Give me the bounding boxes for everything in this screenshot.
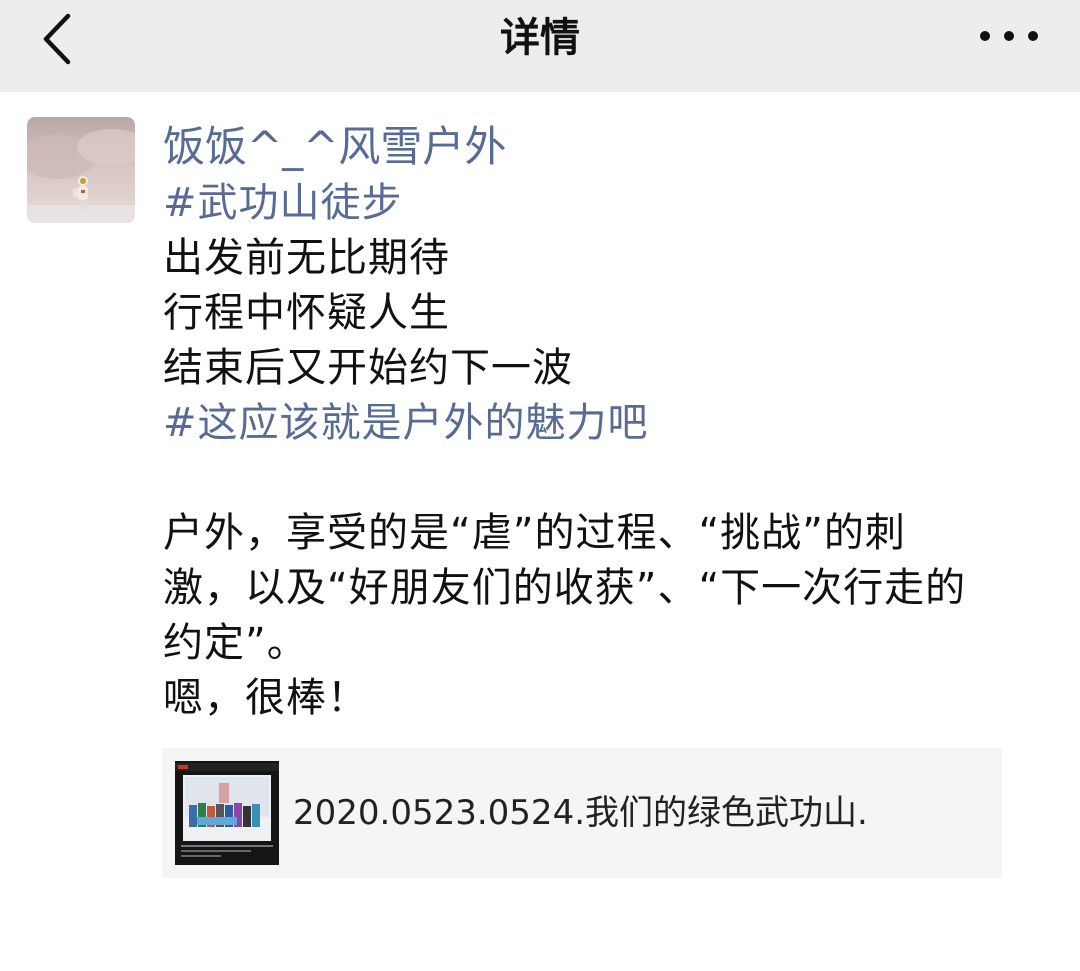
link-thumbnail [175, 761, 279, 865]
page-title: 详情 [500, 15, 580, 61]
post-username[interactable]: 饭饭^_^风雪户外 [163, 118, 1063, 176]
chevron-left-icon [43, 13, 71, 65]
back-button[interactable] [30, 10, 90, 70]
astronaut-avatar-image [27, 117, 135, 223]
post-hashtag[interactable]: #这应该就是户外的魅力吧 [163, 396, 1063, 451]
group-photo-thumbnail [175, 761, 279, 865]
post-hashtag[interactable]: #武功山徒步 [163, 176, 1063, 231]
post-text-line: 约定”。 [163, 620, 308, 666]
top-navbar: 详情 [0, 0, 1080, 92]
avatar[interactable] [27, 117, 135, 223]
post-content: #武功山徒步 出发前无比期待 行程中怀疑人生结束后又开始约下一波 #这应该就是户外的魅… [163, 176, 1063, 726]
post-text-line: 嗯，很棒！ [163, 675, 368, 721]
more-button[interactable] [974, 14, 1044, 58]
more-horizontal-icon [980, 31, 1038, 41]
post-text-line: 户外，享受的是“虐”的过程、“挑战”的刺 [163, 510, 906, 556]
post-text-line: 结束后又开始约下一波 [163, 345, 573, 391]
post-text-line: 行程中怀疑人生 [163, 290, 450, 336]
post-text-line: 激，以及“好朋友们的收获”、“下一次行走的 [163, 565, 967, 611]
post-body: 饭饭^_^风雪户外 #武功山徒步 出发前无比期待 行程中怀疑人生结束后又开始约下一波… [163, 118, 1063, 726]
post-text-line [163, 451, 1063, 506]
shared-link-card[interactable]: 2020.0523.0524.我们的绿色武功山. [162, 748, 1002, 878]
post-text-line: 出发前无比期待 [163, 235, 450, 281]
link-title: 2020.0523.0524.我们的绿色武功山. [293, 793, 868, 833]
